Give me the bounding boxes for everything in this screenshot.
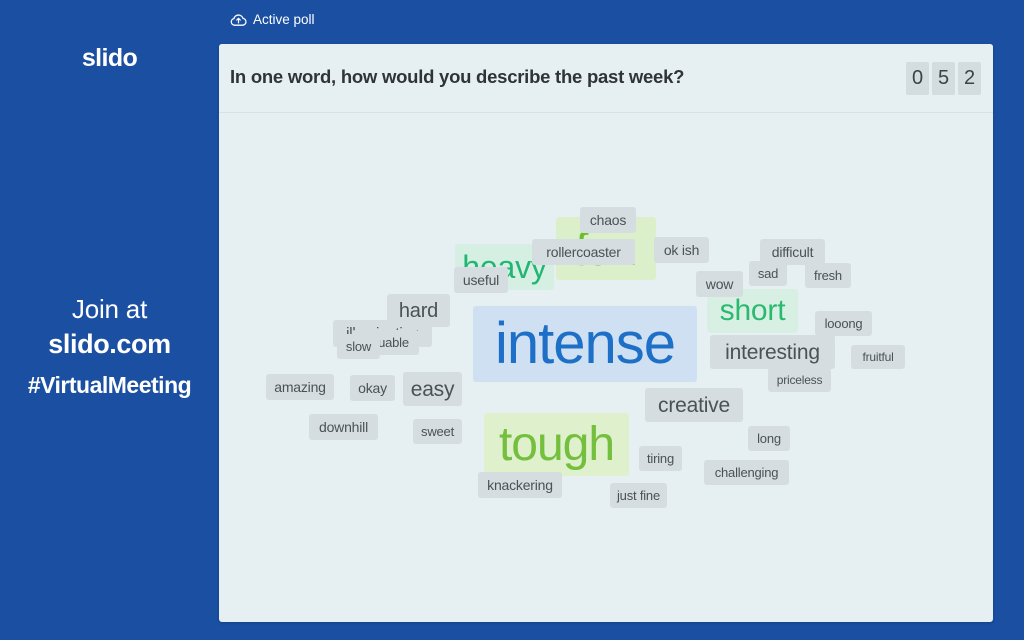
join-url: slido.com <box>48 329 171 359</box>
word-cloud-item[interactable]: challenging <box>704 460 789 485</box>
word-cloud-item[interactable]: sweet <box>413 419 462 444</box>
word-cloud-item[interactable]: useful <box>454 267 508 293</box>
poll-header: In one word, how would you describe the … <box>219 44 993 113</box>
word-cloud-item[interactable]: slow <box>337 334 380 359</box>
vote-counter: 052 <box>906 62 981 95</box>
word-cloud-item[interactable]: ok ish <box>654 237 709 263</box>
active-poll-status: Active poll <box>230 12 315 27</box>
vote-counter-digit: 5 <box>932 62 955 95</box>
join-event-code: #VirtualMeeting <box>27 372 192 398</box>
word-cloud-item[interactable]: wow <box>696 271 743 297</box>
word-cloud-item[interactable]: fruitful <box>851 345 905 369</box>
cloud-icon <box>230 12 247 27</box>
vote-counter-digit: 0 <box>906 62 929 95</box>
word-cloud-item[interactable]: just fine <box>610 483 667 508</box>
word-cloud: intensetoughfunheavyshortinterestingcrea… <box>219 113 993 622</box>
word-cloud-item[interactable]: amazing <box>266 374 334 400</box>
word-cloud-item[interactable]: downhill <box>309 414 378 440</box>
slido-logo: slido <box>81 44 138 72</box>
vote-counter-digit: 2 <box>958 62 981 95</box>
word-cloud-item[interactable]: tough <box>484 413 629 476</box>
word-cloud-item[interactable]: tiring <box>639 446 682 471</box>
poll-question: In one word, how would you describe the … <box>230 66 685 87</box>
join-at-label: Join at <box>71 294 148 324</box>
word-cloud-item[interactable]: intense <box>473 306 697 382</box>
word-cloud-item[interactable]: long <box>748 426 790 451</box>
poll-card: In one word, how would you describe the … <box>219 44 993 622</box>
word-cloud-item[interactable]: priceless <box>768 368 831 392</box>
word-cloud-item[interactable]: rollercoaster <box>532 239 635 265</box>
word-cloud-item[interactable]: interesting <box>710 335 835 369</box>
left-sidebar: slido Join at slido.com #VirtualMeeting <box>0 0 219 640</box>
active-poll-label: Active poll <box>253 12 315 27</box>
word-cloud-item[interactable]: looong <box>815 311 872 336</box>
word-cloud-item[interactable]: knackering <box>478 472 562 498</box>
join-instructions: Join at slido.com #VirtualMeeting <box>0 292 219 403</box>
word-cloud-item[interactable]: sad <box>749 261 787 286</box>
word-cloud-item[interactable]: fresh <box>805 263 851 288</box>
word-cloud-item[interactable]: okay <box>350 375 395 401</box>
word-cloud-item[interactable]: easy <box>403 372 462 406</box>
word-cloud-item[interactable]: chaos <box>580 207 636 233</box>
word-cloud-item[interactable]: creative <box>645 388 743 422</box>
